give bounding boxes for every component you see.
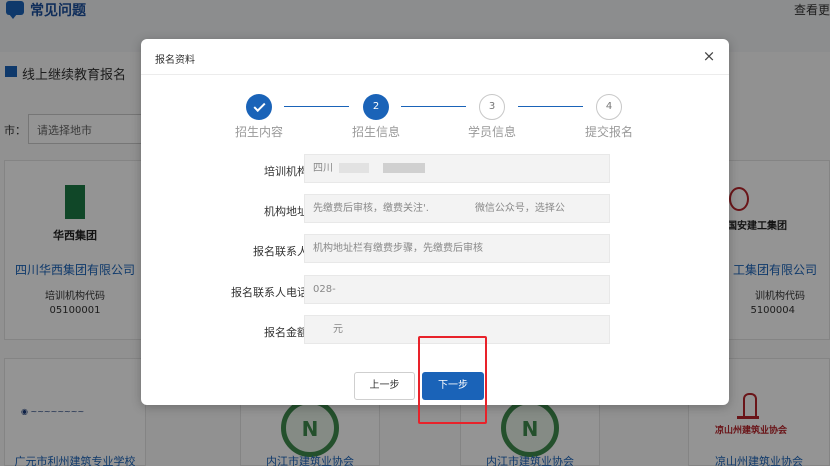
close-icon[interactable]: × bbox=[701, 48, 717, 64]
prev-step-button[interactable]: 上一步 bbox=[354, 372, 415, 400]
org-value: 四川 bbox=[313, 163, 333, 174]
org-field[interactable]: 四川 bbox=[304, 154, 610, 183]
step-4-label: 提交报名 bbox=[585, 125, 634, 139]
address-value: 先缴费后审核，缴费关注'. bbox=[313, 203, 429, 214]
step-2-indicator: 2 bbox=[363, 94, 389, 120]
contact-field[interactable]: 机构地址栏有缴费步骤，先缴费后审核 bbox=[304, 234, 610, 263]
step-3-label: 学员信息 bbox=[468, 125, 517, 139]
step-2-label: 招生信息 bbox=[352, 125, 401, 139]
step-1-label: 招生内容 bbox=[235, 125, 284, 139]
modal-title: 报名资料 bbox=[155, 55, 195, 66]
step-1-check-icon bbox=[246, 94, 272, 120]
step-3-indicator: 3 bbox=[479, 94, 505, 120]
redacted-block bbox=[339, 163, 369, 173]
step-connector bbox=[401, 106, 466, 107]
address-value-tail: 微信公众号，选择公 bbox=[474, 203, 565, 214]
modal-header: 报名资料 × bbox=[141, 39, 729, 75]
step-connector bbox=[284, 106, 349, 107]
step-connector bbox=[518, 106, 583, 107]
annotation-highlight-box bbox=[418, 336, 487, 424]
phone-field[interactable]: 028- bbox=[304, 275, 610, 304]
redacted-block bbox=[383, 163, 425, 173]
step-4-indicator: 4 bbox=[596, 94, 622, 120]
address-field[interactable]: 先缴费后审核，缴费关注'. 微信公众号，选择公 bbox=[304, 194, 610, 223]
